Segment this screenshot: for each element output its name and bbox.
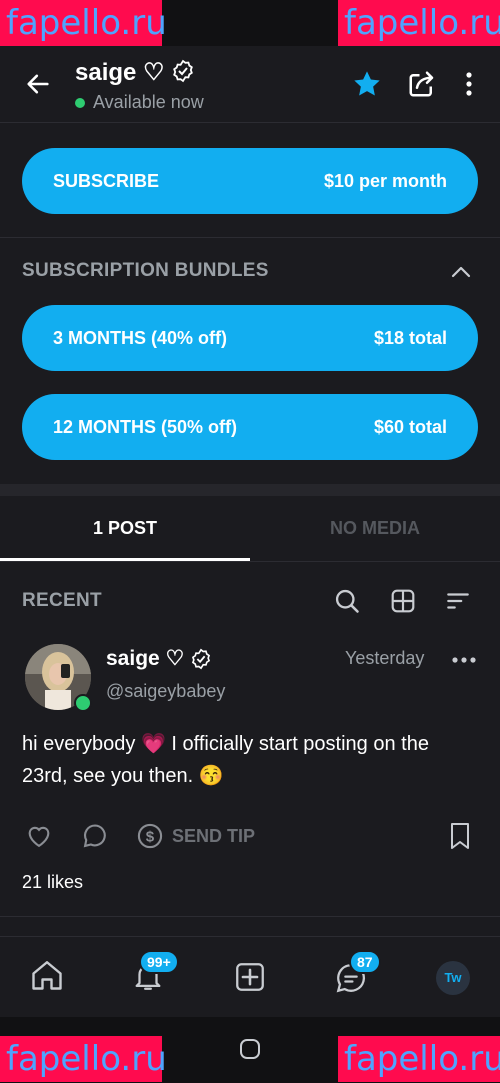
online-dot: [75, 97, 85, 108]
post-author[interactable]: saige ♡: [106, 646, 212, 671]
bundle-3-months-button[interactable]: 3 MONTHS (40% off) $18 total: [22, 305, 478, 371]
verified-icon: [192, 648, 211, 669]
availability-status: Available now: [75, 92, 204, 113]
like-heart-icon[interactable]: [24, 821, 54, 851]
availability-text: Available now: [93, 92, 204, 112]
back-arrow-icon[interactable]: [20, 66, 56, 102]
post-timestamp: Yesterday: [345, 648, 425, 668]
recent-title: RECENT: [22, 590, 102, 611]
more-vertical-icon[interactable]: [452, 66, 486, 102]
home-icon[interactable]: [28, 956, 66, 994]
bookmark-icon[interactable]: [446, 821, 474, 851]
bundle-price: $60 total: [373, 416, 447, 437]
status-bar: fapello.ru fapello.ru: [0, 0, 500, 46]
add-post-icon[interactable]: [231, 958, 269, 996]
sort-icon[interactable]: [442, 585, 474, 617]
verified-icon: [173, 59, 194, 83]
watermark-top-right: fapello.ru: [338, 0, 500, 46]
divider: [0, 237, 500, 238]
divider: [0, 936, 500, 937]
grid-view-icon[interactable]: [387, 585, 419, 617]
search-icon[interactable]: [331, 585, 363, 617]
watermark-bottom-right: fapello.ru: [338, 1036, 500, 1082]
messages-badge: 87: [349, 950, 381, 974]
send-tip-button[interactable]: $ SEND TIP: [136, 821, 255, 851]
home-circle-icon[interactable]: [238, 1037, 262, 1061]
watermark-top-left: fapello.ru: [0, 0, 167, 46]
share-icon[interactable]: [404, 66, 440, 102]
subscribe-label: SUBSCRIBE: [53, 170, 160, 191]
post-text: hi everybody 💗 I officially start postin…: [22, 733, 429, 787]
bundle-label: 3 MONTHS (40% off): [53, 327, 228, 348]
subscribe-button[interactable]: SUBSCRIBE $10 per month: [22, 148, 478, 214]
svg-text:$: $: [146, 828, 155, 845]
more-horizontal-icon[interactable]: [450, 648, 478, 672]
online-indicator: [74, 694, 92, 712]
bundles-title: SUBSCRIPTION BUNDLES: [22, 260, 269, 281]
subscribe-price: $10 per month: [323, 170, 447, 191]
chevron-up-icon[interactable]: [446, 258, 476, 286]
divider: [0, 561, 500, 562]
post-handle[interactable]: @saigeybabey: [106, 681, 225, 702]
divider: [0, 916, 500, 917]
bundle-price: $18 total: [373, 327, 447, 348]
post-author-name: saige ♡: [106, 647, 185, 670]
section-separator: [0, 484, 500, 496]
profile-header: saige ♡ Available now: [0, 46, 500, 123]
tab-media[interactable]: NO MEDIA: [250, 497, 500, 559]
profile-name-text: saige ♡: [75, 59, 165, 86]
send-tip-label: SEND TIP: [172, 825, 256, 846]
profile-name: saige ♡: [75, 58, 195, 87]
watermark-bottom-left: fapello.ru: [0, 1036, 167, 1082]
comment-icon[interactable]: [80, 821, 110, 851]
likes-count[interactable]: 21 likes: [22, 872, 83, 893]
notifications-badge: 99+: [139, 950, 179, 974]
favorite-star-icon[interactable]: [349, 66, 385, 102]
bundle-12-months-button[interactable]: 12 MONTHS (50% off) $60 total: [22, 394, 478, 460]
dollar-icon: $: [137, 823, 163, 849]
system-nav-bar: fapello.ru fapello.ru: [0, 1017, 500, 1083]
bundle-label: 12 MONTHS (50% off): [53, 416, 238, 437]
user-avatar-button[interactable]: Tw: [436, 961, 470, 995]
tab-posts[interactable]: 1 POST: [0, 497, 250, 559]
